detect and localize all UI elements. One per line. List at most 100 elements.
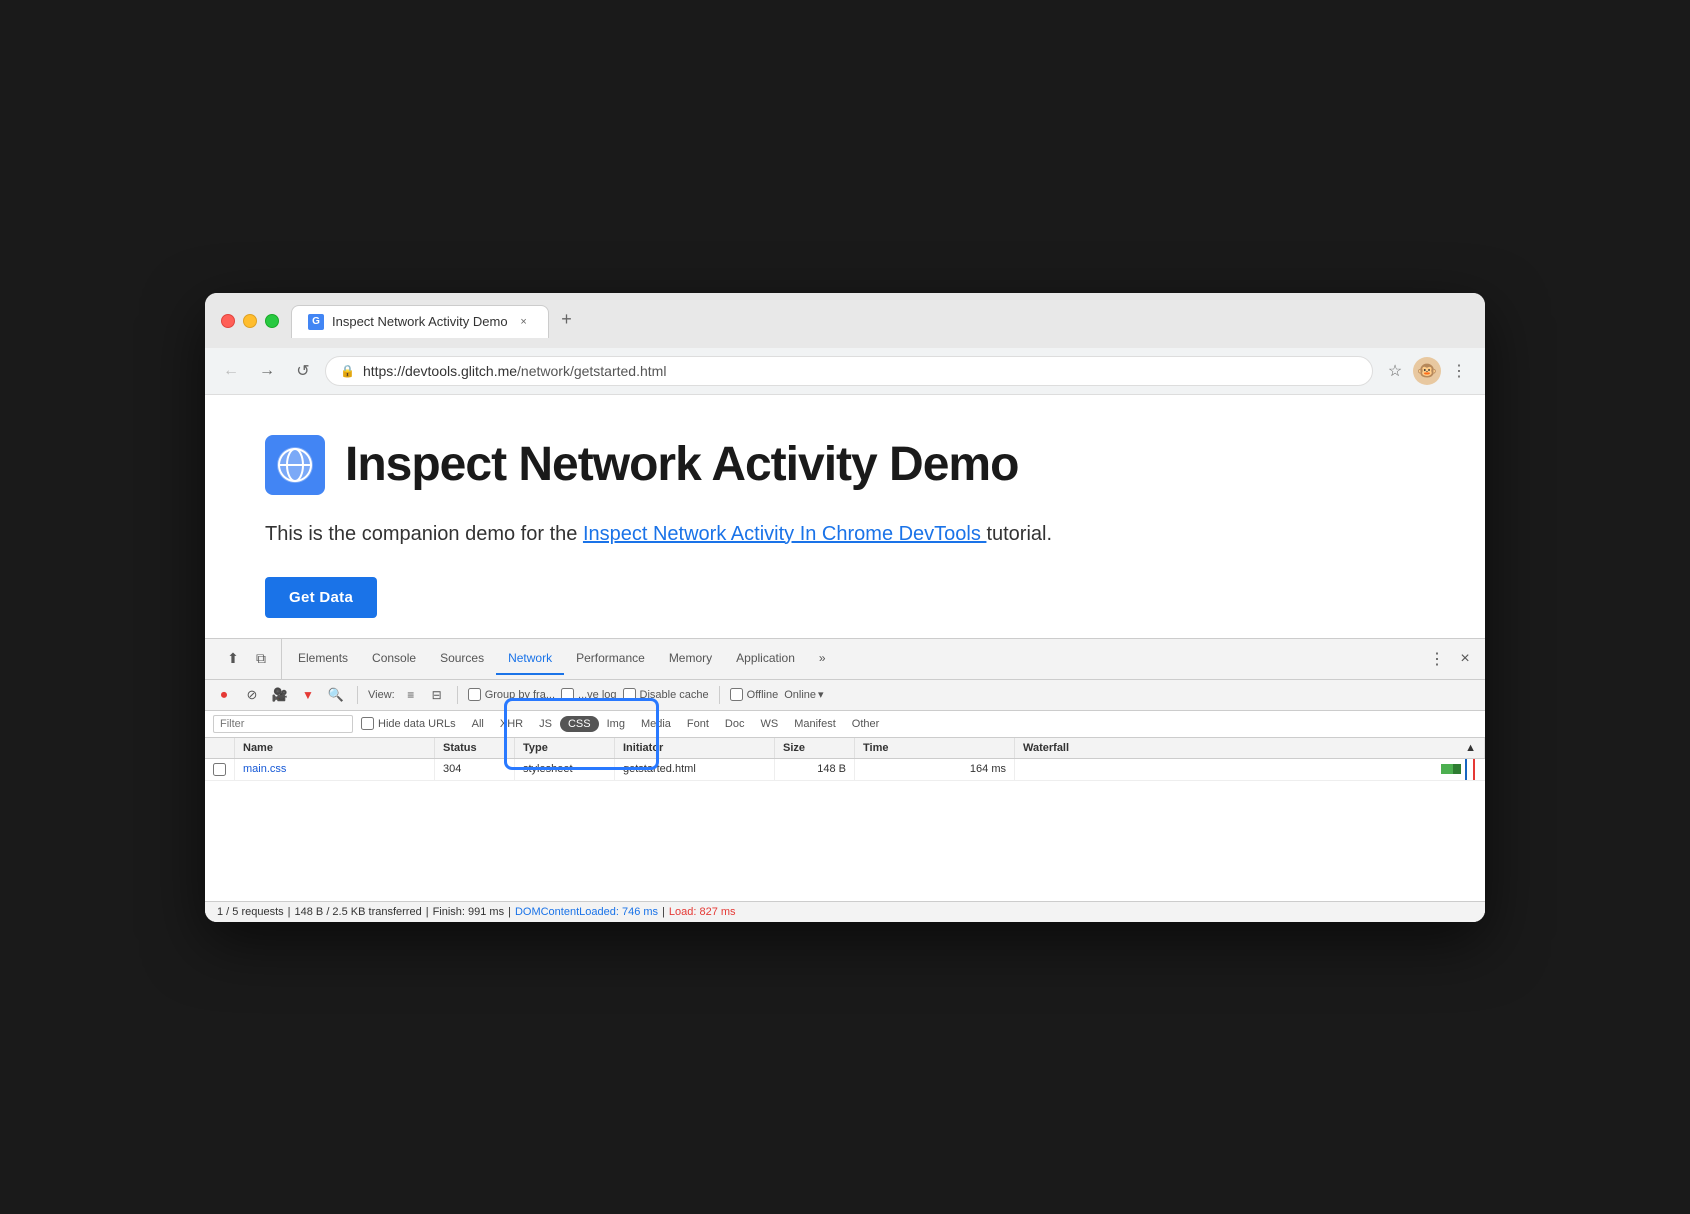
status-sep-1: | [288,906,291,918]
waterfall-bar-green [1441,764,1453,774]
filter-input[interactable] [213,715,353,733]
tab-more[interactable]: » [807,643,838,675]
search-button[interactable]: 🔍 [325,684,347,706]
waterfall-bar [1441,764,1461,774]
back-button[interactable]: ← [217,357,245,385]
tab-close-button[interactable]: × [516,314,532,330]
address-box[interactable]: 🔒 https://devtools.glitch.me/network/get… [325,356,1373,386]
header-size[interactable]: Size [775,738,855,758]
header-waterfall[interactable]: Waterfall ▲ [1015,738,1485,758]
address-url: https://devtools.glitch.me/network/getst… [363,363,1358,379]
disable-cache-checkbox[interactable] [623,688,636,701]
network-table-header: Name Status Type Initiator Size Time Wat… [205,738,1485,759]
filter-bar: Hide data URLs All XHR JS CSS Img Media … [205,711,1485,738]
waterfall-line-blue [1465,759,1467,780]
row-waterfall [1015,759,1485,780]
bookmark-button[interactable]: ☆ [1381,357,1409,385]
header-time[interactable]: Time [855,738,1015,758]
filter-type-buttons: All XHR JS CSS Img Media Font Doc WS Man… [464,716,888,732]
filter-doc-button[interactable]: Doc [717,716,753,732]
devtools-close-button[interactable]: × [1453,647,1477,671]
status-dom-loaded: DOMContentLoaded: 746 ms [515,906,658,918]
hide-data-urls-checkbox[interactable] [361,717,374,730]
filter-all-button[interactable]: All [464,716,492,732]
header-type[interactable]: Type [515,738,615,758]
tabs-row: G Inspect Network Activity Demo × + [291,305,1469,338]
maximize-button[interactable] [265,314,279,328]
filter-img-button[interactable]: Img [599,716,633,732]
filter-js-button[interactable]: JS [531,716,560,732]
header-name[interactable]: Name [235,738,435,758]
tab-favicon: G [308,314,324,330]
view-list-button[interactable]: ≡ [401,685,421,705]
network-table-empty [205,781,1485,901]
offline-checkbox[interactable] [730,688,743,701]
close-button[interactable] [221,314,235,328]
row-type: stylesheet [515,759,615,780]
filter-ws-button[interactable]: WS [752,716,786,732]
group-by-frame-checkbox[interactable] [468,688,481,701]
filter-xhr-button[interactable]: XHR [492,716,531,732]
filter-other-button[interactable]: Other [844,716,888,732]
status-requests: 1 / 5 requests [217,906,284,918]
devtools-panel: ⬆ ⧉ Elements Console Sources Network Per… [205,638,1485,922]
new-tab-button[interactable]: + [553,306,581,334]
filter-css-button[interactable]: CSS [560,716,599,732]
menu-button[interactable]: ⋮ [1445,357,1473,385]
toolbar-separator-2 [457,686,458,704]
tab-console[interactable]: Console [360,643,428,675]
header-checkbox [205,738,235,758]
devtools-tab-actions: ⋮ × [1425,647,1477,671]
filter-manifest-button[interactable]: Manifest [786,716,844,732]
minimize-button[interactable] [243,314,257,328]
tab-application[interactable]: Application [724,643,807,675]
record-button[interactable]: ⏺ [213,684,235,706]
browser-window: G Inspect Network Activity Demo × + ← → … [205,293,1485,922]
network-toolbar: ⏺ ⊘ 🎥 ▼ 🔍 View: ≡ ⊟ Group by fra... ...v… [205,680,1485,711]
address-actions: ☆ 🐵 ⋮ [1381,357,1473,385]
page-heading: Inspect Network Activity Demo [265,435,1425,495]
filter-media-button[interactable]: Media [633,716,679,732]
block-button[interactable]: ⊘ [241,684,263,706]
active-tab[interactable]: G Inspect Network Activity Demo × [291,305,549,338]
row-checkbox[interactable] [213,763,226,776]
devtools-tabs: ⬆ ⧉ Elements Console Sources Network Per… [205,639,1485,680]
filter-font-button[interactable]: Font [679,716,717,732]
online-dropdown[interactable]: Online ▾ [784,688,823,701]
tab-sources[interactable]: Sources [428,643,496,675]
offline-label: Offline [730,688,779,701]
avatar[interactable]: 🐵 [1413,357,1441,385]
toolbar-separator-3 [719,686,720,704]
header-initiator[interactable]: Initiator [615,738,775,758]
lock-icon: 🔒 [340,364,355,378]
status-transferred: 148 B / 2.5 KB transferred [295,906,422,918]
forward-button[interactable]: → [253,357,281,385]
tab-network[interactable]: Network [496,643,564,675]
camera-button[interactable]: 🎥 [269,684,291,706]
preserve-log-checkbox[interactable] [561,688,574,701]
reload-button[interactable]: ↺ [289,357,317,385]
view-large-button[interactable]: ⊟ [427,685,447,705]
table-row[interactable]: main.css 304 stylesheet getstarted.html … [205,759,1485,781]
tab-memory[interactable]: Memory [657,643,724,675]
cursor-icon-btn[interactable]: ⬆ [221,647,245,671]
get-data-button[interactable]: Get Data [265,577,377,618]
view-label: View: [368,689,395,701]
traffic-lights [221,314,279,328]
tutorial-link[interactable]: Inspect Network Activity In Chrome DevTo… [583,523,986,545]
row-checkbox-cell [205,759,235,780]
dock-icon-btn[interactable]: ⧉ [249,647,273,671]
row-time: 164 ms [855,759,1015,780]
row-status: 304 [435,759,515,780]
tab-elements[interactable]: Elements [286,643,360,675]
filter-button[interactable]: ▼ [297,684,319,706]
devtools-more-button[interactable]: ⋮ [1425,647,1449,671]
status-bar: 1 / 5 requests | 148 B / 2.5 KB transfer… [205,901,1485,922]
row-name: main.css [235,759,435,780]
status-sep-3: | [508,906,511,918]
tab-title: Inspect Network Activity Demo [332,314,508,329]
tab-performance[interactable]: Performance [564,643,657,675]
header-status[interactable]: Status [435,738,515,758]
group-by-frame-label: Group by fra... [468,688,555,701]
address-bar-row: ← → ↺ 🔒 https://devtools.glitch.me/netwo… [205,348,1485,395]
